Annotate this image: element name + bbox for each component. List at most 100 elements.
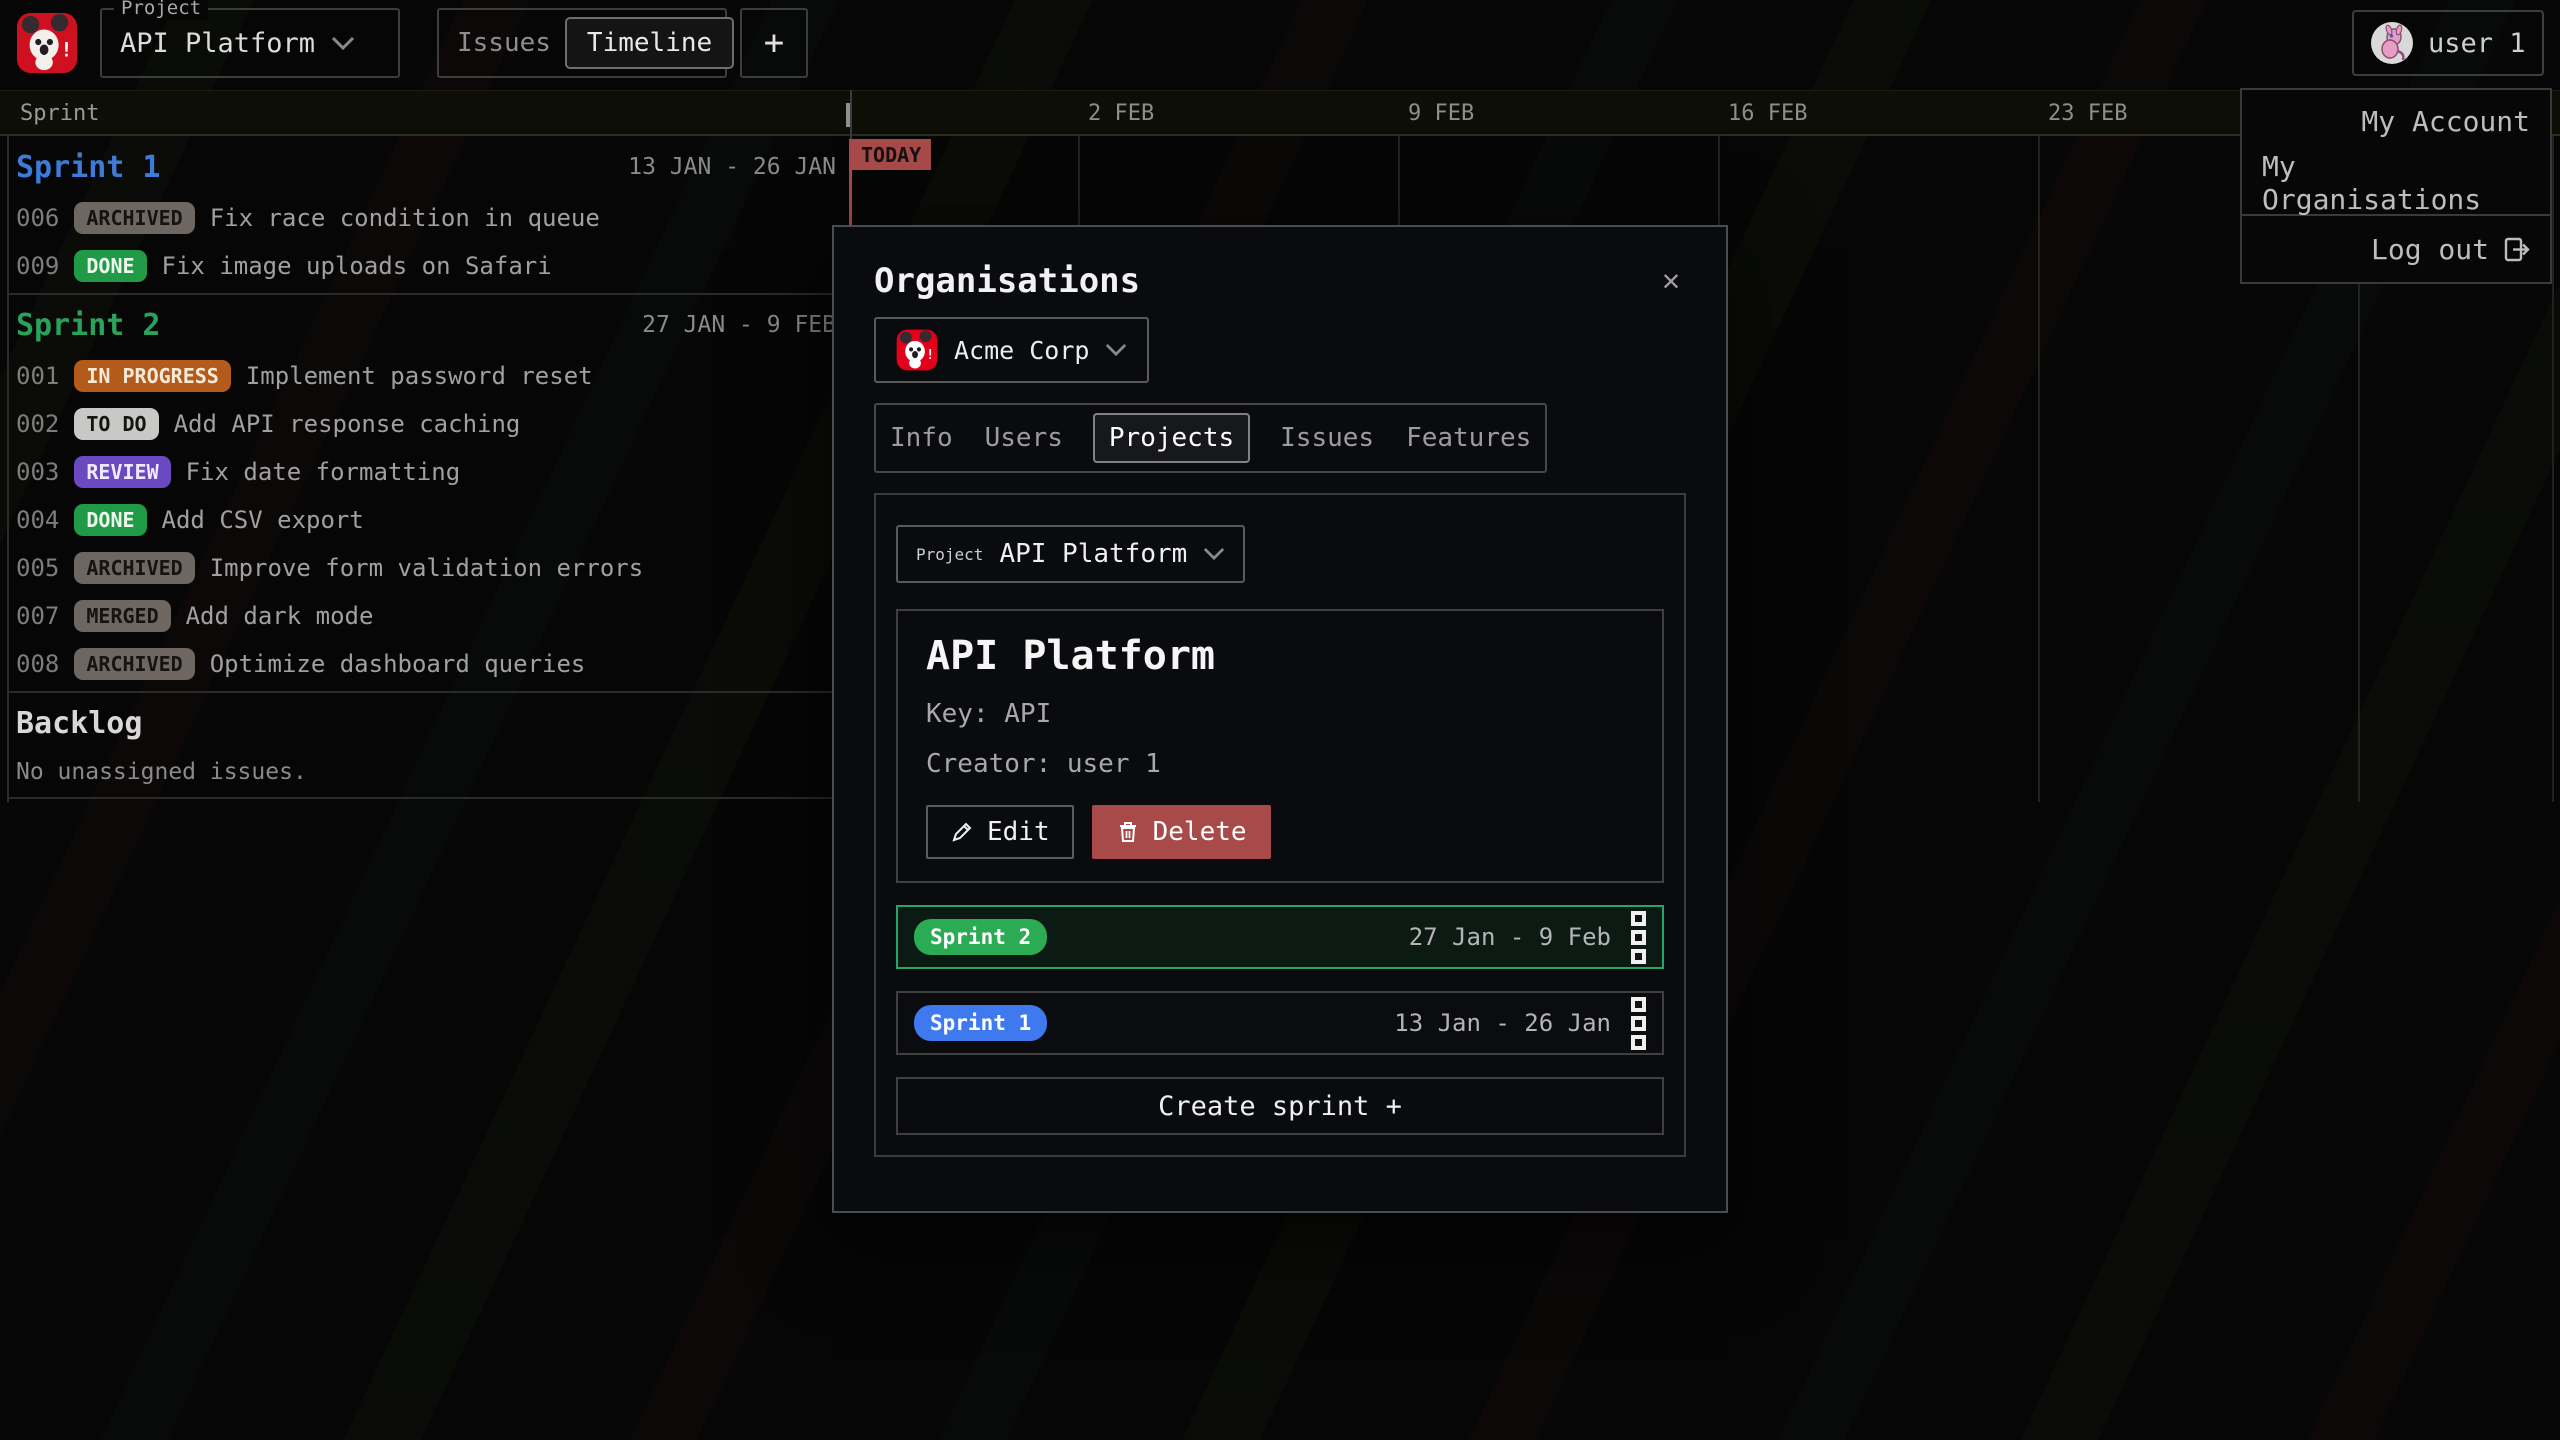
project-key: Key: API [926, 699, 1634, 729]
app-root: ! Project API Platform Issues Timeline +… [0, 0, 2560, 1440]
modal-tab-features[interactable]: Features [1404, 415, 1533, 461]
today-badge: TODAY [851, 139, 931, 170]
modal-header: Organisations ✕ [874, 259, 1686, 303]
modal-tab-projects[interactable]: Projects [1093, 413, 1250, 463]
delete-button[interactable]: Delete [1092, 805, 1271, 859]
section-header-sprint-2: Sprint 2 27 JAN - 9 FEB [8, 298, 850, 352]
section-divider [8, 293, 850, 295]
project-select-label: Project [114, 0, 208, 20]
status-badge-in-progress: IN PROGRESS [74, 360, 230, 392]
issue-row-008[interactable]: 008 ARCHIVED Optimize dashboard queries [8, 640, 850, 688]
logout-icon [2503, 236, 2530, 263]
issue-row-002[interactable]: 002TO DOAdd API response caching [8, 400, 850, 448]
project-creator: Creator: user 1 [926, 749, 1634, 779]
date-header-23-feb: 23 FEB [2048, 101, 2127, 126]
modal-tabs: Info Users Projects Issues Features [874, 403, 1547, 473]
status-badge-done: DONE [74, 504, 146, 536]
tab-timeline[interactable]: Timeline [565, 17, 734, 69]
issue-title: Fix race condition in queue [210, 204, 600, 232]
modal-project-select-value: API Platform [999, 539, 1187, 569]
issue-title: Add dark mode [186, 602, 374, 630]
issue-row-007[interactable]: 007 MERGED Add dark mode [8, 592, 850, 640]
chevron-down-icon [1203, 547, 1225, 561]
modal-tab-info[interactable]: Info [888, 415, 955, 461]
user-avatar [2370, 21, 2414, 65]
close-icon[interactable]: ✕ [1656, 265, 1686, 297]
issue-row-005[interactable]: 005 ARCHIVED Improve form validation error… [8, 544, 850, 592]
status-badge-archived: ARCHIVED [74, 552, 194, 584]
organisation-logo-icon: ! [896, 329, 938, 371]
kebab-menu-icon[interactable] [1631, 997, 1646, 1050]
modal-tab-issues[interactable]: Issues [1278, 415, 1376, 461]
menu-item-my-account[interactable]: My Account [2242, 90, 2550, 152]
sprint-date-range: 13 Jan - 26 Jan [1394, 1009, 1611, 1037]
project-card: API Platform Key: API Creator: user 1 Ed… [896, 609, 1664, 883]
edit-label: Edit [987, 817, 1050, 847]
grid-right-border [2552, 90, 2554, 802]
section-title: Sprint 1 [16, 150, 161, 185]
issue-number: 002 [16, 410, 59, 438]
create-sprint-button[interactable]: Create sprint + [896, 1077, 1664, 1135]
sprint-row-sprint-2[interactable]: Sprint 2 27 Jan - 9 Feb [896, 905, 1664, 969]
issue-number: 005 [16, 554, 59, 582]
section-date-range: 13 JAN - 26 JAN [628, 154, 850, 180]
menu-item-my-organisations[interactable]: My Organisations [2242, 152, 2550, 214]
project-select-value: API Platform [120, 28, 315, 59]
kebab-menu-icon[interactable] [1631, 911, 1646, 964]
sprint-row-sprint-1[interactable]: Sprint 1 13 Jan - 26 Jan [896, 991, 1664, 1055]
issue-row-009[interactable]: 009DONEFix image uploads on Safari [8, 242, 850, 290]
user-name: user 1 [2428, 28, 2526, 59]
edit-button[interactable]: Edit [926, 805, 1074, 859]
trash-icon [1116, 820, 1140, 844]
sprint-badge: Sprint 1 [914, 1005, 1047, 1041]
issue-row-004[interactable]: 004DONEAdd CSV export [8, 496, 850, 544]
issue-row-001[interactable]: 001IN PROGRESSImplement password reset [8, 352, 850, 400]
issue-number: 009 [16, 252, 59, 280]
backlog-empty-text: No unassigned issues. [8, 750, 850, 794]
sprint-rows: Sprint 2 27 Jan - 9 Feb Sprint 1 13 Jan - 2… [896, 905, 1664, 1055]
user-dropdown-menu: My Account My Organisations Log out [2240, 88, 2552, 284]
user-menu-button[interactable]: user 1 [2352, 10, 2544, 76]
sprint-column-header: Sprint [20, 101, 99, 126]
status-badge-archived: ARCHIVED [74, 648, 194, 680]
project-actions: Edit Delete [926, 805, 1634, 859]
section-header-sprint-1: Sprint 1 13 JAN - 26 JAN [8, 140, 850, 194]
chevron-down-icon [331, 36, 355, 51]
tab-issues[interactable]: Issues [457, 28, 551, 58]
organisation-select[interactable]: ! Acme Corp [874, 317, 1149, 383]
issue-number: 008 [16, 650, 59, 678]
issue-row-006[interactable]: 006ARCHIVEDFix race condition in queue [8, 194, 850, 242]
delete-label: Delete [1153, 817, 1247, 847]
issue-title: Improve form validation errors [210, 554, 643, 582]
issue-number: 001 [16, 362, 59, 390]
section-date-range: 27 JAN - 9 FEB [642, 312, 850, 338]
issue-row-003[interactable]: 003REVIEWFix date formatting [8, 448, 850, 496]
date-header-2-feb: 2 FEB [1088, 101, 1154, 126]
issue-title: Add API response caching [174, 410, 521, 438]
issue-number: 007 [16, 602, 59, 630]
chevron-down-icon [1105, 343, 1127, 357]
date-header-9-feb: 9 FEB [1408, 101, 1474, 126]
projects-panel: Project API Platform API Platform Key: A… [874, 493, 1686, 1157]
svg-text:!: ! [926, 348, 934, 363]
organisation-name: Acme Corp [954, 336, 1089, 365]
menu-item-log-out[interactable]: Log out [2242, 216, 2550, 282]
project-select[interactable]: Project API Platform [100, 8, 400, 78]
issue-title: Fix date formatting [186, 458, 461, 486]
date-header-16-feb: 16 FEB [1728, 101, 1807, 126]
issue-title: Optimize dashboard queries [210, 650, 586, 678]
modal-project-select[interactable]: Project API Platform [896, 525, 1245, 583]
view-tabs: Issues Timeline [437, 8, 727, 78]
today-tick [846, 103, 850, 127]
sprint-badge: Sprint 2 [914, 919, 1047, 955]
issue-title: Fix image uploads on Safari [162, 252, 552, 280]
status-badge-merged: MERGED [74, 600, 170, 632]
sprint-list: Sprint 1 13 JAN - 26 JAN 006ARCHIVEDFix ra… [8, 140, 850, 802]
app-logo-icon[interactable]: ! [16, 12, 78, 74]
section-divider [8, 691, 850, 693]
timeline-header-row: Sprint 2 FEB 9 FEB 16 FEB 23 FEB [0, 90, 2560, 136]
modal-tab-users[interactable]: Users [983, 415, 1065, 461]
add-button[interactable]: + [740, 8, 808, 78]
sprint-date-range: 27 Jan - 9 Feb [1409, 923, 1611, 951]
section-title: Sprint 2 [16, 308, 161, 343]
